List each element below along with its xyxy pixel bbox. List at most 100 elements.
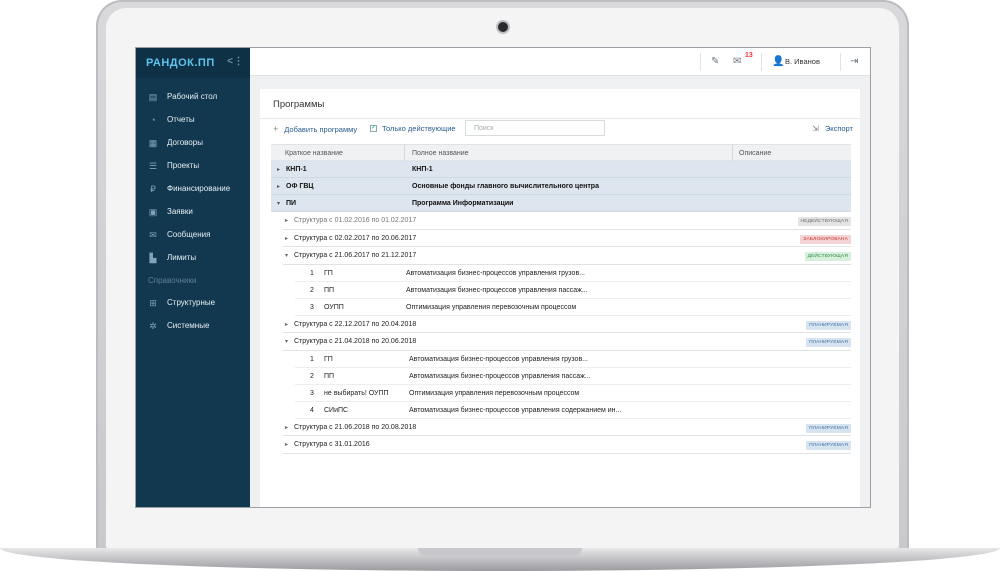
dashboard-icon: ▤	[148, 91, 158, 102]
sidebar-item-system[interactable]: ✲ Системные	[136, 314, 250, 337]
programs-panel: Программы + Добавить программу ✓ Только де…	[260, 89, 860, 507]
program-code: КНП-1	[286, 166, 307, 173]
topbar-divider	[840, 53, 841, 71]
sidebar-item-messages[interactable]: ✉ Сообщения	[136, 223, 250, 246]
collapse-arrow-icon[interactable]: ▾	[277, 200, 280, 207]
collapse-arrow-icon[interactable]: ▾	[285, 252, 288, 259]
item-number: 3	[310, 389, 314, 397]
column-divider	[404, 145, 405, 162]
user-name[interactable]: В. Иванов	[785, 57, 820, 66]
add-program-label: Добавить программу	[284, 124, 358, 134]
program-full-name: КНП-1	[412, 166, 433, 173]
sidebar-item-contracts[interactable]: ▦ Договоры	[136, 131, 250, 154]
sidebar-item-label: Лимиты	[167, 253, 197, 262]
expand-arrow-icon[interactable]: ▸	[285, 235, 288, 242]
item-code: ГП	[324, 355, 333, 363]
active-only-label: Только действующие	[382, 124, 456, 133]
item-code: ПП	[324, 286, 335, 294]
structure-row[interactable]: ▸ Структура с 01.02.2016 по 01.02.2017 н…	[283, 212, 851, 230]
program-full-name: Программа Информатизации	[412, 200, 514, 207]
program-code: ОФ ГВЦ	[286, 183, 314, 190]
expand-arrow-icon[interactable]: ▸	[285, 321, 288, 328]
program-row[interactable]: ▸ ОФ ГВЦ Основные фонды главного вычисли…	[271, 178, 851, 195]
expand-arrow-icon[interactable]: ▸	[285, 217, 288, 224]
plus-icon: +	[273, 124, 279, 134]
structure-label: Структура с 02.02.2017 по 20.06.2017	[294, 234, 417, 242]
item-description: Автоматизация бизнес-процессов управлени…	[409, 372, 591, 380]
structure-row[interactable]: ▸ Структура с 02.02.2017 по 20.06.2017 з…	[283, 230, 851, 247]
sidebar-item-limits[interactable]: ▙ Лимиты	[136, 246, 250, 269]
ruble-icon: ₽	[150, 183, 156, 194]
status-badge: планируемая	[806, 423, 851, 433]
list-item[interactable]: 1 ГП Автоматизация бизнес-процессов упра…	[295, 265, 851, 282]
expand-arrow-icon[interactable]: ▸	[277, 166, 280, 173]
app-logo-text: РАНДОК.ПП	[146, 57, 215, 69]
pie-chart-icon: ◔	[150, 114, 156, 125]
form-icon: ▣	[148, 206, 158, 217]
sidebar-item-label: Структурные	[167, 298, 216, 307]
sidebar-item-requests[interactable]: ▣ Заявки	[136, 200, 250, 223]
bar-chart-icon: ▙	[149, 252, 157, 263]
document-icon: ▦	[148, 137, 158, 148]
list-item[interactable]: 1 ГП Автоматизация бизнес-процессов упра…	[295, 351, 851, 368]
export-button[interactable]: ⇲ Экспорт	[812, 124, 853, 133]
list-item[interactable]: 3 не выбирать! ОУПП Оптимизация управлен…	[295, 385, 851, 402]
sidebar-item-desktop[interactable]: ▤ Рабочий стол	[136, 85, 250, 108]
mail-icon[interactable]: ✉	[733, 56, 741, 67]
add-program-button[interactable]: + Добавить программу	[273, 124, 357, 134]
sidebar-item-projects[interactable]: ☰ Проекты	[136, 154, 250, 177]
sidebar-item-label: Финансирование	[167, 184, 231, 193]
active-only-checkbox[interactable]: ✓ Только действующие	[370, 124, 456, 133]
expand-arrow-icon[interactable]: ▸	[285, 441, 288, 448]
app-screen: РАНДОК.ПП <⋮ ▤ Рабочий стол ◔ Отчеты ▦ Дого…	[135, 47, 871, 508]
structure-row[interactable]: ▸ Структура с 21.06.2018 по 20.08.2018 п…	[283, 419, 851, 436]
structure-row[interactable]: ▾ Структура с 21.04.2018 по 20.06.2018 п…	[283, 333, 851, 351]
app-logo[interactable]: РАНДОК.ПП <⋮	[136, 48, 250, 78]
list-item[interactable]: 3 ОУПП Оптимизация управления перевозочн…	[295, 299, 851, 316]
item-description: Автоматизация бизнес-процессов управлени…	[409, 406, 622, 414]
program-full-name: Основные фонды главного вычислительного …	[412, 183, 599, 190]
item-description: Оптимизация управления перевозочным проц…	[409, 389, 580, 397]
sidebar-item-structural[interactable]: ⊞ Структурные	[136, 291, 250, 314]
column-divider	[732, 145, 733, 162]
topbar-divider	[700, 53, 701, 71]
item-description: Автоматизация бизнес-процессов управлени…	[409, 355, 589, 363]
sidebar-item-label: Отчеты	[167, 115, 195, 124]
item-code: ОУПП	[324, 303, 344, 311]
structure-label: Структура с 21.06.2018 по 20.08.2018	[294, 423, 417, 431]
structure-row[interactable]: ▸ Структура с 31.01.2016 планируемая	[283, 436, 851, 454]
structure-row[interactable]: ▾ Структура с 21.06.2017 по 21.12.2017 д…	[283, 247, 851, 265]
sidebar-item-label: Системные	[167, 321, 210, 330]
collapse-icon[interactable]: <⋮	[227, 56, 244, 67]
program-row[interactable]: ▾ ПИ Программа Информатизации	[271, 195, 851, 212]
list-item[interactable]: 4 СИиПС Автоматизация бизнес-процессов у…	[295, 402, 851, 419]
logout-icon[interactable]: ⇥	[850, 56, 858, 67]
item-number: 3	[310, 303, 314, 311]
column-header-full[interactable]: Полное название	[412, 150, 469, 157]
item-code: ГП	[324, 269, 333, 277]
programs-table: Краткое название Полное название Описани…	[271, 144, 851, 454]
collapse-arrow-icon[interactable]: ▾	[285, 338, 288, 345]
main-area: ✎ ✉ 13 👤 В. Иванов ⇥ Программы + Добавить…	[250, 48, 870, 507]
status-badge: планируемая	[806, 320, 851, 330]
list-icon: ☰	[148, 160, 158, 171]
expand-arrow-icon[interactable]: ▸	[285, 424, 288, 431]
column-header-description[interactable]: Описание	[739, 150, 771, 157]
list-item[interactable]: 2 ПП Автоматизация бизнес-процессов упра…	[295, 282, 851, 299]
sidebar-item-financing[interactable]: ₽ Финансирование	[136, 177, 250, 200]
expand-arrow-icon[interactable]: ▸	[277, 183, 280, 190]
item-number: 4	[310, 406, 314, 414]
list-item[interactable]: 2 ПП Автоматизация бизнес-процессов упра…	[295, 368, 851, 385]
sidebar-item-label: Договоры	[167, 138, 203, 147]
topbar-divider	[761, 53, 762, 71]
item-number: 2	[310, 286, 314, 294]
sidebar-item-reports[interactable]: ◔ Отчеты	[136, 108, 250, 131]
program-row[interactable]: ▸ КНП-1 КНП-1	[271, 161, 851, 178]
column-header-short[interactable]: Краткое название	[285, 150, 343, 157]
status-badge: заблокирована	[800, 234, 851, 244]
edit-icon[interactable]: ✎	[711, 56, 719, 67]
structure-row[interactable]: ▸ Структура с 22.12.2017 по 20.04.2018 п…	[283, 316, 851, 333]
search-input[interactable]: Поиск	[465, 120, 605, 136]
gears-icon: ✲	[149, 320, 157, 331]
status-badge: действующая	[804, 252, 851, 261]
